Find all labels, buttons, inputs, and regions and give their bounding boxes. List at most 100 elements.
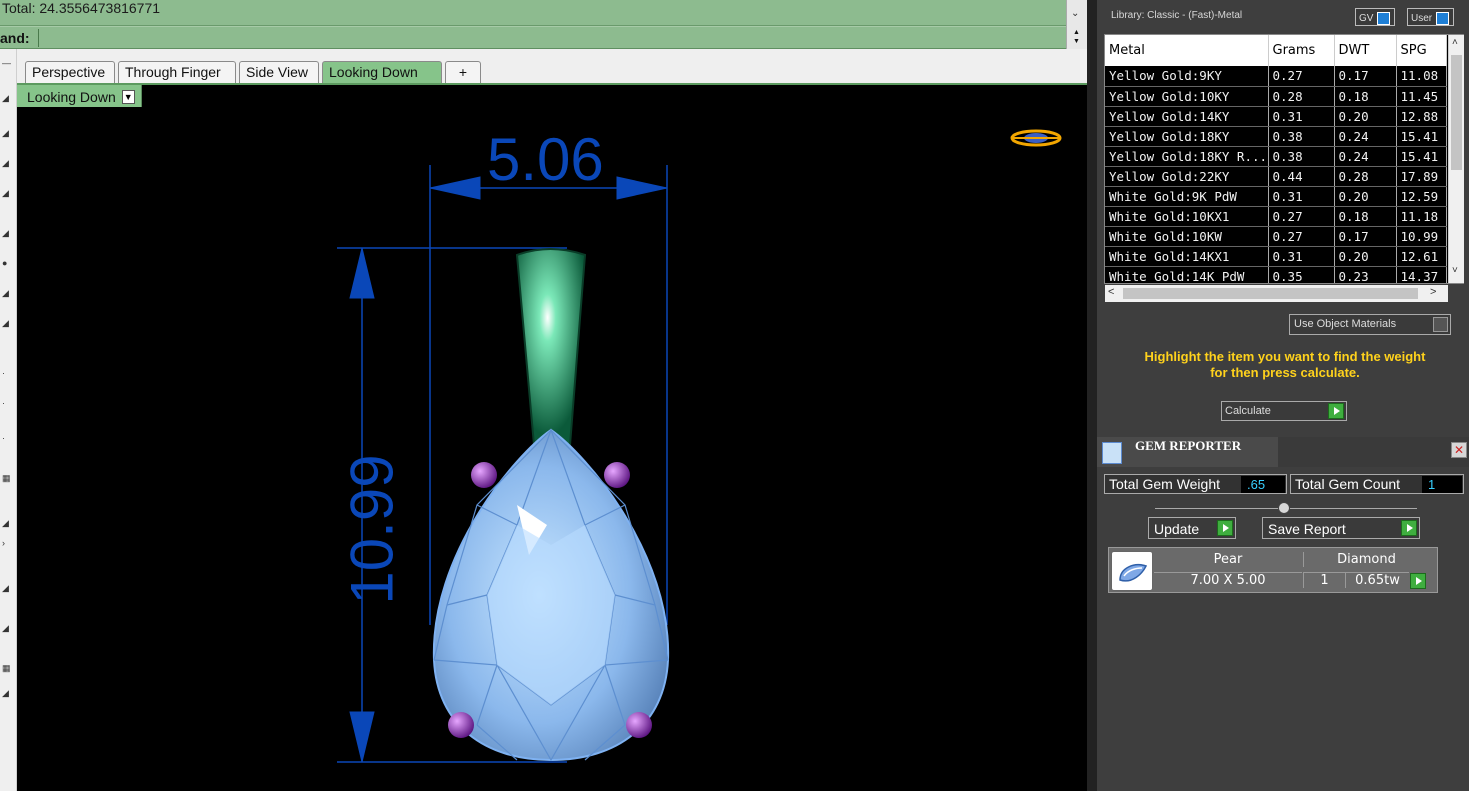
toolbar-icon[interactable]: › [2,539,12,548]
spg-cell: 15.41 [1396,146,1447,167]
update-button[interactable]: Update [1148,517,1236,539]
metal-name-cell: White Gold:14KX1 [1105,246,1269,267]
tab-through-finger[interactable]: Through Finger [118,61,236,83]
toolbar-icon[interactable]: ◢ [2,94,12,103]
scroll-up-icon[interactable]: ˄ [1452,37,1458,48]
dwt-cell: 0.20 [1334,246,1397,267]
table-row[interactable]: White Gold:10KW 0.27 0.17 10.99 [1105,226,1447,247]
toolbar-icon[interactable]: ◢ [2,159,12,168]
total-gem-weight-label: Total Gem Weight [1109,476,1221,492]
update-label: Update [1154,521,1200,537]
tab-perspective[interactable]: Perspective [25,61,115,83]
metal-table-vscroll[interactable]: ˄ ˅ [1448,35,1464,283]
play-icon[interactable] [1401,520,1417,536]
spg-cell: 11.45 [1396,86,1447,107]
toolbar-icon[interactable]: ◢ [2,129,12,138]
toolbar-icon[interactable]: ◢ [2,229,12,238]
toolbar-icon[interactable]: ● [2,259,12,268]
scroll-thumb[interactable] [1123,288,1418,299]
toolbar-icon[interactable]: ◢ [2,519,12,528]
gv-toggle[interactable]: GV [1355,8,1396,26]
command-history-scroll[interactable]: ⌄ [1066,0,1087,26]
play-icon[interactable] [1217,520,1233,536]
total-gem-count-label: Total Gem Count [1295,476,1401,492]
table-row[interactable]: White Gold:14K PdW 0.35 0.23 14.37 [1105,266,1447,283]
grams-cell: 0.38 [1268,126,1335,147]
scroll-thumb[interactable] [1451,55,1462,170]
library-title: Library: Classic - (Fast)-Metal [1111,10,1243,21]
grams-cell: 0.28 [1268,86,1335,107]
toolbar-icon[interactable]: ◢ [2,584,12,593]
table-row[interactable]: Yellow Gold:14KY 0.31 0.20 12.88 [1105,106,1447,127]
spin-up-icon[interactable]: ▲ [1073,29,1080,36]
checkbox-icon[interactable] [1433,317,1448,332]
metal-name-cell: Yellow Gold:22KY [1105,166,1269,187]
column-header-metal[interactable]: Metal [1105,35,1269,66]
calculate-button[interactable]: Calculate [1221,401,1347,421]
user-label: User [1411,12,1433,24]
toolbar-icon[interactable]: ▦ [2,664,12,673]
dimension-width-label: 5.06 [487,126,604,193]
spg-cell: 14.37 [1396,266,1447,283]
3d-viewport[interactable]: Looking Down ▼ 5.06 10.99 [17,85,1087,791]
tab-side-view[interactable]: Side View [239,61,319,83]
play-icon[interactable] [1328,403,1344,419]
metal-name-cell: Yellow Gold:14KY [1105,106,1269,127]
table-row[interactable]: Yellow Gold:9KY 0.27 0.17 11.08 [1105,66,1447,87]
prong [604,462,630,488]
grams-cell: 0.27 [1268,206,1335,227]
user-toggle[interactable]: User [1407,8,1455,26]
command-spinner[interactable]: ▲ ▼ [1066,26,1087,49]
gem-slider-knob[interactable] [1278,502,1290,514]
panel-splitter[interactable] [1087,0,1097,791]
metal-table-hscroll[interactable]: < > [1105,285,1448,302]
grams-cell: 0.31 [1268,246,1335,267]
dwt-cell: 0.23 [1334,266,1397,283]
toolbar-icon[interactable]: ◢ [2,689,12,698]
gem-weight: 0.65tw [1345,572,1409,588]
spin-down-icon[interactable]: ▼ [1073,38,1080,45]
scroll-right-icon[interactable]: > [1430,286,1436,298]
toolbar-icon[interactable]: — [2,59,12,68]
toolbar-icon[interactable]: ◢ [2,289,12,298]
scroll-left-icon[interactable]: < [1108,286,1114,298]
gem-reporter-header: GEM REPORTER ✕ [1097,437,1469,467]
table-row[interactable]: White Gold:10KX1 0.27 0.18 11.18 [1105,206,1447,227]
save-report-button[interactable]: Save Report [1262,517,1420,539]
column-header-grams[interactable]: Grams [1268,35,1335,66]
metal-name-cell: White Gold:9K PdW [1105,186,1269,207]
close-icon[interactable]: ✕ [1451,442,1467,458]
column-header-dwt[interactable]: DWT [1334,35,1397,66]
toolbar-icon[interactable]: ◢ [2,319,12,328]
table-row[interactable]: White Gold:9K PdW 0.31 0.20 12.59 [1105,186,1447,207]
gem-play-icon[interactable] [1410,573,1426,589]
command-input[interactable] [38,29,1064,47]
toolbar-icon[interactable]: ◢ [2,189,12,198]
grams-cell: 0.27 [1268,226,1335,247]
grams-cell: 0.38 [1268,146,1335,167]
spg-cell: 17.89 [1396,166,1447,187]
toolbar-icon[interactable]: · [2,399,12,408]
use-object-materials-toggle[interactable]: Use Object Materials [1289,314,1451,335]
scroll-down-icon[interactable]: ˅ [1452,265,1458,276]
dwt-cell: 0.18 [1334,86,1397,107]
toolbar-icon[interactable]: · [2,369,12,378]
save-report-label: Save Report [1268,521,1346,537]
tab-looking-down[interactable]: Looking Down [322,61,442,83]
toolbar-icon[interactable]: ▦ [2,474,12,483]
table-row[interactable]: Yellow Gold:22KY 0.44 0.28 17.89 [1105,166,1447,187]
table-row[interactable]: Yellow Gold:18KY 0.38 0.24 15.41 [1105,126,1447,147]
grams-cell: 0.27 [1268,66,1335,87]
navigation-gizmo-icon[interactable] [1010,127,1062,149]
spg-cell: 12.59 [1396,186,1447,207]
add-view-icon[interactable]: + [445,61,481,83]
table-row[interactable]: White Gold:14KX1 0.31 0.20 12.61 [1105,246,1447,267]
table-row[interactable]: Yellow Gold:10KY 0.28 0.18 11.45 [1105,86,1447,107]
column-header-spg[interactable]: SPG [1396,35,1447,66]
toolbar-icon[interactable]: · [2,434,12,443]
chevron-down-icon[interactable]: ⌄ [1071,8,1079,19]
gv-switch-icon [1377,11,1391,25]
prong [448,712,474,738]
toolbar-icon[interactable]: ◢ [2,624,12,633]
table-row[interactable]: Yellow Gold:18KY R... 0.38 0.24 15.41 [1105,146,1447,167]
